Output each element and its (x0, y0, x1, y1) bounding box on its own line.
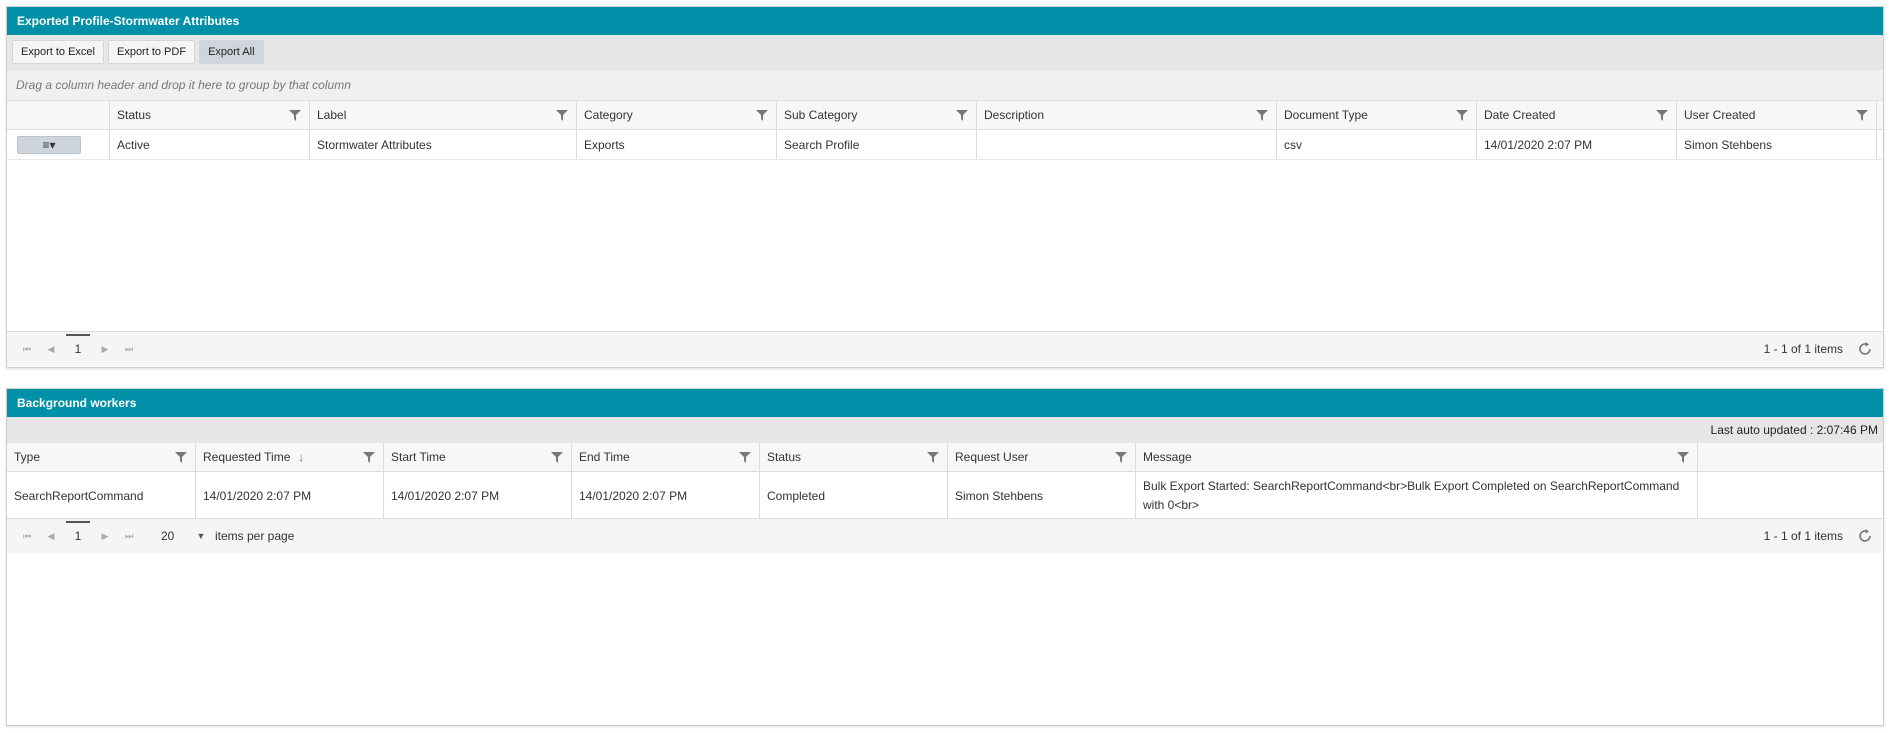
filter-icon[interactable] (1115, 452, 1127, 463)
filter-icon[interactable] (956, 110, 968, 121)
next-page-icon[interactable]: ▶ (93, 344, 117, 355)
header-label: Label (317, 108, 347, 122)
first-page-icon[interactable]: ⏮ (15, 531, 39, 542)
filter-icon[interactable] (1256, 110, 1268, 121)
header-category[interactable]: Category (577, 101, 777, 129)
header-label: End Time (579, 450, 630, 464)
pager-info: 1 - 1 of 1 items (1763, 342, 1843, 356)
filter-icon[interactable] (289, 110, 301, 121)
header-label: Message (1143, 450, 1192, 464)
header-label: Category (584, 108, 633, 122)
cell-status: Active (110, 130, 310, 159)
header-document-type[interactable]: Document Type (1277, 101, 1477, 129)
filter-icon[interactable] (739, 452, 751, 463)
filter-icon[interactable] (363, 452, 375, 463)
cell-start-time: 14/01/2020 2:07 PM (384, 472, 572, 519)
header-label: Document Type (1284, 108, 1368, 122)
filter-icon[interactable] (551, 452, 563, 463)
export-pdf-button[interactable]: Export to PDF (107, 40, 196, 64)
workers-pager: ⏮ ◀ 1 ▶ ⏭ 20 ▼ items per page 1 - 1 of 1… (7, 518, 1883, 553)
row-menu-button[interactable]: ≡▾ (17, 136, 81, 154)
header-type[interactable]: Type (7, 443, 196, 471)
header-status[interactable]: Status (760, 443, 948, 471)
sort-desc-icon[interactable]: ↓ (298, 444, 304, 471)
next-page-icon[interactable]: ▶ (93, 531, 117, 542)
last-page-icon[interactable]: ⏭ (117, 531, 141, 542)
filter-icon[interactable] (1456, 110, 1468, 121)
cell-end-time: 14/01/2020 2:07 PM (572, 472, 760, 519)
export-toolbar: Export to Excel Export to PDF Export All (7, 35, 1883, 69)
table-row[interactable]: ≡▾ Active Stormwater Attributes Exports … (7, 130, 1883, 160)
header-label: Type (14, 450, 41, 464)
cell-date-created: 14/01/2020 2:07 PM (1477, 130, 1677, 159)
prev-page-icon[interactable]: ◀ (39, 344, 63, 355)
cell-category: Exports (577, 130, 777, 159)
panel-title: Background workers (7, 389, 1883, 417)
grid-header: Type Requested Time ↓ Start Time End Time… (7, 443, 1883, 472)
header-end-time[interactable]: End Time (572, 443, 760, 471)
cell-document-type: csv (1277, 130, 1477, 159)
page-number[interactable]: 1 (63, 334, 93, 356)
header-request-user[interactable]: Request User (948, 443, 1136, 471)
cell-sub-category: Search Profile (777, 130, 977, 159)
header-label: Date Created (1484, 108, 1556, 122)
cell-description (977, 130, 1277, 159)
prev-page-icon[interactable]: ◀ (39, 531, 63, 542)
header-message[interactable]: Message (1136, 443, 1698, 471)
header-label: Start Time (391, 450, 446, 464)
cell-type: SearchReportCommand (7, 472, 196, 519)
cell-user-created: Simon Stehbens (1677, 130, 1877, 159)
last-page-icon[interactable]: ⏭ (117, 344, 141, 355)
filter-icon[interactable] (1656, 110, 1668, 121)
row-menu-cell: ≡▾ (7, 130, 110, 159)
first-page-icon[interactable]: ⏮ (15, 344, 39, 355)
cell-request-user: Simon Stehbens (948, 472, 1136, 519)
header-label: User Created (1684, 108, 1756, 122)
export-excel-button[interactable]: Export to Excel (12, 40, 104, 64)
filter-icon[interactable] (175, 452, 187, 463)
header-label: Description (984, 108, 1045, 122)
exports-grid: Status Label Category Sub Category Descr… (7, 101, 1883, 160)
export-all-button[interactable]: Export All (199, 40, 264, 64)
exports-pager: ⏮ ◀ 1 ▶ ⏭ 1 - 1 of 1 items (7, 331, 1883, 366)
cell-requested-time: 14/01/2020 2:07 PM (196, 472, 384, 519)
header-sub-category[interactable]: Sub Category (777, 101, 977, 129)
header-start-time[interactable]: Start Time (384, 443, 572, 471)
panel-title: Exported Profile-Stormwater Attributes (7, 7, 1883, 35)
group-drop-area[interactable]: Drag a column header and drop it here to… (7, 69, 1883, 101)
header-date-created[interactable]: Date Created (1477, 101, 1677, 129)
header-status[interactable]: Status (110, 101, 310, 129)
refresh-icon[interactable] (1857, 341, 1873, 357)
cell-status: Completed (760, 472, 948, 519)
header-menu-col (7, 101, 110, 129)
filter-icon[interactable] (1856, 110, 1868, 121)
header-label: Requested Time (203, 450, 291, 464)
header-label[interactable]: Label (310, 101, 577, 129)
header-description[interactable]: Description (977, 101, 1277, 129)
filter-icon[interactable] (556, 110, 568, 121)
cell-message: Bulk Export Started: SearchReportCommand… (1136, 472, 1698, 519)
header-label: Status (117, 108, 152, 122)
page-number[interactable]: 1 (63, 521, 93, 543)
workers-grid: Type Requested Time ↓ Start Time End Time… (7, 443, 1883, 520)
exported-profile-panel: Exported Profile-Stormwater Attributes E… (6, 6, 1884, 368)
header-label: Request User (955, 450, 1029, 464)
table-row[interactable]: SearchReportCommand 14/01/2020 2:07 PM 1… (7, 472, 1883, 520)
header-user-created[interactable]: User Created (1677, 101, 1877, 129)
chevron-down-icon[interactable]: ▼ (191, 531, 211, 541)
filter-icon[interactable] (927, 452, 939, 463)
filter-icon[interactable] (1677, 452, 1689, 463)
background-workers-panel: Background workers Last auto updated : 2… (6, 388, 1884, 726)
per-page-label: items per page (215, 529, 295, 543)
refresh-icon[interactable] (1857, 528, 1873, 544)
cell-label: Stormwater Attributes (310, 130, 577, 159)
last-updated-text: Last auto updated : 2:07:46 PM (7, 417, 1883, 443)
header-label: Sub Category (784, 108, 858, 122)
per-page-select[interactable]: 20 (161, 529, 191, 543)
header-label: Status (767, 450, 802, 464)
grid-header: Status Label Category Sub Category Descr… (7, 101, 1883, 130)
pager-info: 1 - 1 of 1 items (1763, 529, 1843, 543)
filter-icon[interactable] (756, 110, 768, 121)
header-requested-time[interactable]: Requested Time ↓ (196, 443, 384, 471)
